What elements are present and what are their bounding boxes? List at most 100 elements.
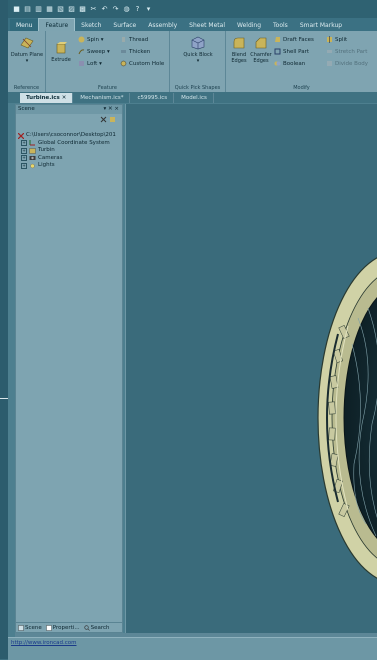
expand-icon[interactable]: + bbox=[21, 147, 27, 154]
tree-item-turbin[interactable]: + Turbin bbox=[18, 147, 116, 155]
thicken-button[interactable]: Thicken bbox=[120, 48, 150, 55]
extrude-label: Extrude bbox=[51, 57, 71, 63]
extrude-button[interactable]: Extrude bbox=[50, 41, 72, 63]
scene-panel-toolbar bbox=[100, 116, 116, 123]
tab-sheet-metal[interactable]: Sheet Metal bbox=[183, 19, 231, 31]
datum-plane-icon bbox=[20, 37, 34, 49]
undo-icon[interactable]: ↶ bbox=[100, 5, 109, 14]
doc-tab-model[interactable]: Model.ics bbox=[175, 93, 214, 103]
custom-hole-button[interactable]: Custom Hole bbox=[120, 60, 164, 67]
boolean-button[interactable]: Boolean bbox=[274, 60, 305, 67]
tree-item-root[interactable]: C:\Users\csoconnor\Desktop\201 bbox=[18, 132, 116, 140]
ribbon: Datum Plane ▾ Reference Extrude Spin ▾ S… bbox=[8, 31, 377, 93]
doc-tab-turbine[interactable]: Turbine.ics ✕ bbox=[20, 93, 74, 103]
tree-item-label: Cameras bbox=[38, 154, 63, 161]
save-icon[interactable]: ▦ bbox=[45, 5, 54, 14]
desktop-line bbox=[0, 398, 8, 399]
divide-body-label: Divide Body bbox=[335, 60, 369, 67]
tab-welding[interactable]: Welding bbox=[231, 19, 267, 31]
footer-tab-search-label: Search bbox=[90, 624, 110, 631]
print-icon[interactable]: ▨ bbox=[67, 5, 76, 14]
scene-panel-title: Scene bbox=[18, 106, 35, 112]
stretch-part-button[interactable]: Stretch Part bbox=[326, 48, 367, 55]
thread-button[interactable]: Thread bbox=[120, 36, 148, 43]
document-tabs: Turbine.ics ✕ Mechanism.ics* c59995.ics … bbox=[8, 92, 377, 103]
app-logo-icon[interactable]: ■ bbox=[12, 5, 21, 14]
modify-group-label: Modify bbox=[293, 85, 310, 91]
close-icon[interactable]: ✕ bbox=[62, 95, 67, 101]
tool-b-icon[interactable] bbox=[109, 116, 116, 123]
tab-sketch[interactable]: Sketch bbox=[75, 19, 107, 31]
boolean-label: Boolean bbox=[283, 60, 306, 67]
redo-icon[interactable]: ↷ bbox=[111, 5, 120, 14]
footer-tab-properties[interactable]: Properti... bbox=[46, 625, 80, 631]
tree-item-label: C:\Users\csoconnor\Desktop\201 bbox=[26, 132, 116, 138]
footer-tab-properties-label: Properti... bbox=[52, 624, 80, 631]
split-button[interactable]: Split bbox=[326, 36, 347, 43]
spin-button[interactable]: Spin ▾ bbox=[78, 36, 104, 43]
tab-assembly[interactable]: Assembly bbox=[142, 19, 183, 31]
spin-icon bbox=[78, 36, 85, 43]
datum-plane-button[interactable]: Datum Plane ▾ bbox=[10, 36, 44, 64]
tool-a-icon[interactable] bbox=[100, 116, 107, 123]
doc-tab-c59995[interactable]: c59995.ics bbox=[131, 93, 175, 103]
tab-surface[interactable]: Surface bbox=[107, 19, 142, 31]
tab-feature[interactable]: Feature bbox=[38, 18, 76, 31]
paste-icon[interactable]: ▩ bbox=[78, 5, 87, 14]
draft-faces-button[interactable]: Draft Faces bbox=[274, 36, 314, 43]
3d-viewport[interactable] bbox=[125, 104, 377, 633]
group-quick-pick: Quick Block ▾ Quick Pick Shapes bbox=[170, 31, 226, 92]
stretch-part-icon bbox=[327, 50, 332, 53]
loft-icon bbox=[79, 61, 84, 66]
panel-controls[interactable]: ▾ ✕ × bbox=[104, 105, 119, 114]
properties-tab-icon bbox=[46, 624, 52, 631]
footer-tab-search[interactable]: Search bbox=[83, 624, 110, 631]
expand-icon[interactable]: + bbox=[21, 155, 27, 162]
tree-item-global-coordinate-system[interactable]: + Global Coordinate System bbox=[18, 140, 116, 148]
ribbon-tabs: Menu Feature Sketch Surface Assembly She… bbox=[8, 18, 377, 31]
tab-menu[interactable]: Menu bbox=[10, 19, 39, 31]
help-icon[interactable]: ? bbox=[133, 5, 142, 14]
saveas-icon[interactable]: ▧ bbox=[56, 5, 65, 14]
chamfer-edges-icon bbox=[255, 37, 267, 49]
tree-item-label: Turbin bbox=[38, 147, 55, 153]
chamfer-edges-button[interactable]: Chamfer Edges bbox=[250, 36, 272, 64]
expand-icon[interactable]: + bbox=[21, 140, 27, 147]
quick-access-toolbar: ■ ▤ ▥ ▦ ▧ ▨ ▩ ✂ ↶ ↷ ◍ ? ▾ bbox=[8, 0, 377, 18]
quick-block-label: Quick Block ▾ bbox=[183, 52, 213, 64]
website-link[interactable]: http://www.ironcad.com bbox=[11, 640, 77, 646]
quick-block-button[interactable]: Quick Block ▾ bbox=[182, 36, 214, 64]
expand-icon[interactable]: + bbox=[21, 162, 27, 169]
tab-smart-markup[interactable]: Smart Markup bbox=[294, 19, 348, 31]
sweep-button[interactable]: Sweep ▾ bbox=[78, 48, 110, 55]
footer-tab-scene[interactable]: Scene bbox=[18, 625, 42, 631]
shell-part-button[interactable]: Shell Part bbox=[274, 48, 309, 55]
custom-hole-label: Custom Hole bbox=[129, 60, 165, 67]
turbine-model[interactable] bbox=[126, 104, 377, 633]
split-label: Split bbox=[335, 36, 348, 43]
divide-body-icon bbox=[327, 61, 332, 66]
open-icon[interactable]: ▥ bbox=[34, 5, 43, 14]
camera-icon bbox=[29, 156, 36, 161]
assembly-icon bbox=[29, 148, 36, 154]
render-icon[interactable]: ◍ bbox=[122, 5, 131, 14]
blend-edges-button[interactable]: Blend Edges bbox=[229, 36, 249, 64]
divide-body-button[interactable]: Divide Body bbox=[326, 60, 368, 67]
scene-panel-header: Scene ▾ ✕ × bbox=[16, 105, 122, 114]
tab-tools[interactable]: Tools bbox=[267, 19, 294, 31]
coordinate-system-icon bbox=[29, 140, 35, 146]
status-bar: http://www.ironcad.com bbox=[8, 637, 377, 660]
loft-button[interactable]: Loft ▾ bbox=[78, 60, 102, 67]
shell-part-label: Shell Part bbox=[283, 48, 310, 55]
cut-icon[interactable]: ✂ bbox=[89, 5, 98, 14]
thread-icon bbox=[122, 37, 125, 42]
tree-item-cameras[interactable]: + Cameras bbox=[18, 155, 116, 163]
new-icon[interactable]: ▤ bbox=[23, 5, 32, 14]
tree-item-lights[interactable]: + Lights bbox=[18, 162, 116, 170]
scene-tab-icon bbox=[18, 624, 24, 631]
dropdown-icon[interactable]: ▾ bbox=[144, 5, 153, 14]
split-icon bbox=[327, 36, 332, 43]
doc-tab-mechanism[interactable]: Mechanism.ics* bbox=[74, 93, 131, 103]
datum-plane-label: Datum Plane ▾ bbox=[10, 52, 44, 64]
sweep-label: Sweep ▾ bbox=[87, 48, 110, 55]
